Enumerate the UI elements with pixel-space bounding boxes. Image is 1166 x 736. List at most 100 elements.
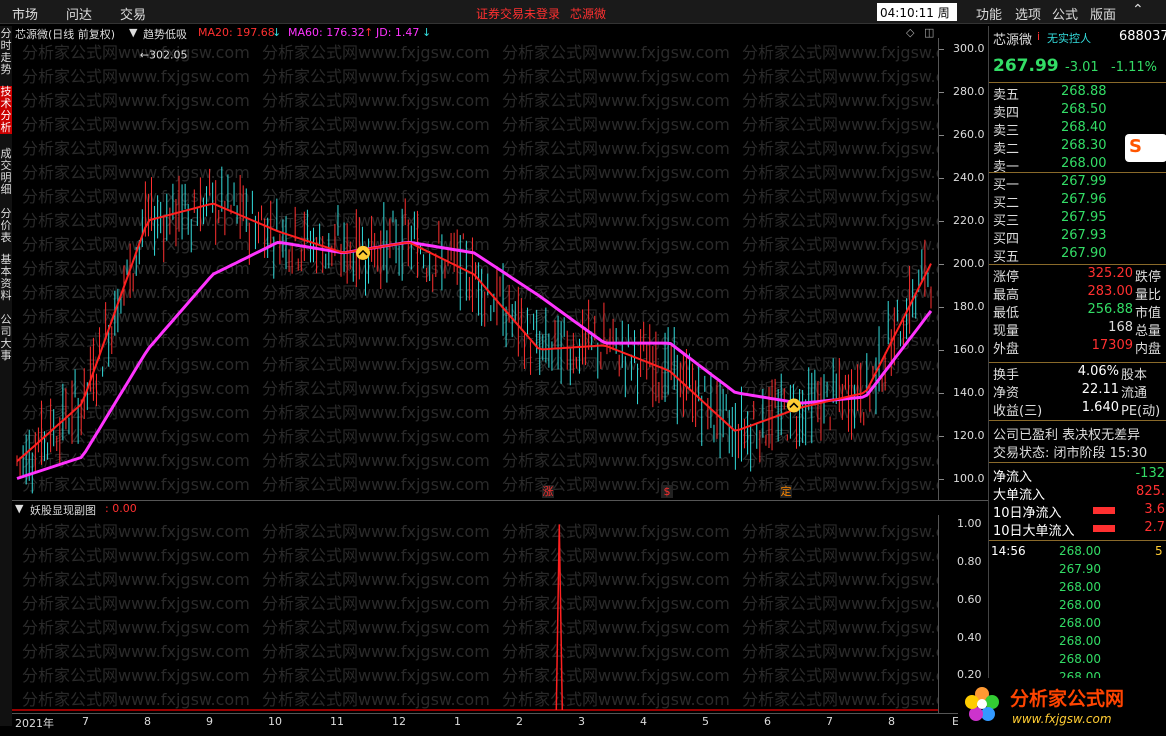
stat-label-right: 总量 (1135, 324, 1162, 339)
kline-chart[interactable]: 分析家公式网www.fxjgsw.com 分析家公式网www.fxjgsw.com… (12, 38, 938, 500)
watermark-text: 分析家公式网www.fxjgsw.com (742, 451, 938, 470)
quote-panel: 芯源微 i 无实控人 688037 267.99 -3.01 -1.11% 卖五… (988, 26, 1166, 726)
date-axis: 2021年 7 8 9 10 11 12 1 2 3 4 5 6 7 8 E (12, 713, 988, 730)
high-price-label: ←302.05 (140, 48, 188, 61)
date-tick-label: 2021年 (15, 717, 54, 730)
watermark-text: 分析家公式网www.fxjgsw.com (22, 618, 250, 637)
menu-trade[interactable]: 交易 (120, 4, 146, 23)
tab-company-events[interactable]: 公司大事 (0, 314, 12, 362)
watermark-text: 分析家公式网www.fxjgsw.com (502, 594, 730, 613)
watermark-text: 分析家公式网www.fxjgsw.com (262, 115, 490, 134)
tick-time: 14:56 (991, 544, 1026, 558)
sub-indicator-chart[interactable]: 分析家公式网www.fxjgsw.com 分析家公式网www.fxjgsw.com… (12, 515, 938, 713)
tick-price: 268.00 (1059, 580, 1101, 594)
watermark-text: 分析家公式网www.fxjgsw.com (262, 91, 490, 110)
price-tick-label: 140.0 (953, 385, 985, 399)
watermark-text: 分析家公式网www.fxjgsw.com (742, 522, 938, 541)
watermark-text: 分析家公式网www.fxjgsw.com (262, 163, 490, 182)
watermark-text: 分析家公式网www.fxjgsw.com (262, 283, 490, 302)
tab-deals[interactable]: 成交明细 (0, 148, 12, 196)
watermark-text: 分析家公式网www.fxjgsw.com (742, 283, 938, 302)
info-icon[interactable]: i (1037, 30, 1040, 48)
menu-function[interactable]: 功能 (976, 4, 1002, 23)
top-menu-bar: 市场 问达 交易 证券交易未登录 芯源微 04:10:11 周一 功能 选项 公… (0, 0, 1166, 37)
watermark-text: 分析家公式网www.fxjgsw.com (742, 67, 938, 86)
chevron-up-icon[interactable]: ⌃ (1132, 2, 1144, 18)
menu-formula[interactable]: 公式 (1052, 4, 1078, 23)
watermark-text: 分析家公式网www.fxjgsw.com (742, 403, 938, 422)
watermark-text: 分析家公式网www.fxjgsw.com (742, 618, 938, 637)
stock-name-top: 芯源微 (570, 7, 607, 21)
watermark-text: 分析家公式网www.fxjgsw.com (742, 427, 938, 446)
ask-label: 卖五 (993, 88, 1020, 103)
watermark-text: 分析家公式网www.fxjgsw.com (742, 546, 938, 565)
tick-mark (939, 349, 944, 351)
date-tick-label: 5 (702, 715, 709, 728)
watermark-text: 分析家公式网www.fxjgsw.com (262, 546, 490, 565)
date-tick-label: 11 (330, 715, 344, 728)
menu-wenda[interactable]: 问达 (66, 4, 92, 23)
flow-bar (1093, 507, 1115, 514)
watermark-text: 分析家公式网www.fxjgsw.com (22, 379, 250, 398)
ask-label: 卖四 (993, 106, 1020, 121)
watermark-text: 分析家公式网www.fxjgsw.com (502, 67, 730, 86)
date-tick-label: 12 (392, 715, 406, 728)
menu-options[interactable]: 选项 (1015, 4, 1041, 23)
flow-value: -132 (1135, 466, 1165, 481)
fin-label-right: 股本 (1121, 368, 1148, 383)
tab-technical[interactable]: 技术分析 (0, 86, 12, 134)
watermark-text: 分析家公式网www.fxjgsw.com (262, 43, 490, 62)
watermark-text: 分析家公式网www.fxjgsw.com (742, 666, 938, 685)
price-tick-label: 260.0 (953, 127, 985, 141)
tab-price-table[interactable]: 分价表 (0, 208, 12, 244)
fin-value: 1.640 (1081, 400, 1119, 415)
watermark-text: 分析家公式网www.fxjgsw.com (262, 642, 490, 661)
tick-price: 268.00 (1059, 634, 1101, 648)
sub-tick-label: 0.60 (957, 592, 982, 606)
tab-timeshare[interactable]: 分时走势 (0, 28, 12, 76)
tab-basic-info[interactable]: 基本资料 (0, 254, 12, 302)
price-tick-label: 100.0 (953, 471, 985, 485)
menu-layout[interactable]: 版面 (1090, 4, 1116, 23)
watermark-text: 分析家公式网www.fxjgsw.com (262, 139, 490, 158)
watermark-text: 分析家公式网www.fxjgsw.com (22, 642, 250, 661)
menu-market[interactable]: 市场 (12, 4, 38, 23)
fin-label: 换手 (993, 368, 1020, 383)
watermark-text: 分析家公式网www.fxjgsw.com (502, 235, 730, 254)
watermark-text: 分析家公式网www.fxjgsw.com (502, 259, 730, 278)
watermark-text: 分析家公式网www.fxjgsw.com (22, 307, 250, 326)
watermark-text: 分析家公式网www.fxjgsw.com (22, 522, 250, 541)
watermark-text: 分析家公式网www.fxjgsw.com (22, 67, 250, 86)
event-marker-label: $ (664, 485, 671, 498)
stat-value: 256.88 (1087, 302, 1134, 317)
ask-price: 268.30 (1061, 138, 1107, 153)
sub-tick-label: 1.00 (957, 517, 982, 531)
watermark-text: 分析家公式网www.fxjgsw.com (502, 91, 730, 110)
watermark-text: 分析家公式网www.fxjgsw.com (502, 139, 730, 158)
price-change: -3.01 (1065, 60, 1099, 75)
left-tab-bar: 分时走势 技术分析 成交明细 分价表 基本资料 公司大事 (0, 26, 12, 726)
stat-value: 17309 (1091, 338, 1133, 353)
watermark-text: 分析家公式网www.fxjgsw.com (262, 403, 490, 422)
watermark-text: 分析家公式网www.fxjgsw.com (262, 211, 490, 230)
login-notice[interactable]: 证券交易未登录 (476, 5, 560, 22)
flow-value: 2.7 (1144, 520, 1165, 535)
flow-label: 10日大单流入 (993, 524, 1075, 539)
tick-mark (939, 134, 944, 136)
date-tick-label: 2 (516, 715, 523, 728)
tick-mark (939, 263, 944, 265)
stat-label-right: 跌停 (1135, 270, 1162, 285)
watermark-text: 分析家公式网www.fxjgsw.com (502, 522, 730, 541)
date-tick-label: 7 (826, 715, 833, 728)
logo-url: www.fxjgsw.com (1012, 712, 1112, 726)
watermark-text: 分析家公式网www.fxjgsw.com (742, 642, 938, 661)
price-tick-label: 240.0 (953, 170, 985, 184)
stat-label: 涨停 (993, 270, 1020, 285)
sub-dropdown-icon[interactable]: ▼ (15, 502, 23, 515)
watermark-text: 分析家公式网www.fxjgsw.com (742, 570, 938, 589)
fin-label: 净资 (993, 386, 1020, 401)
stat-label: 最低 (993, 306, 1020, 321)
ask-price: 268.88 (1061, 84, 1107, 99)
tick-volume: 5 (1155, 544, 1163, 558)
date-tick-label: 9 (206, 715, 213, 728)
